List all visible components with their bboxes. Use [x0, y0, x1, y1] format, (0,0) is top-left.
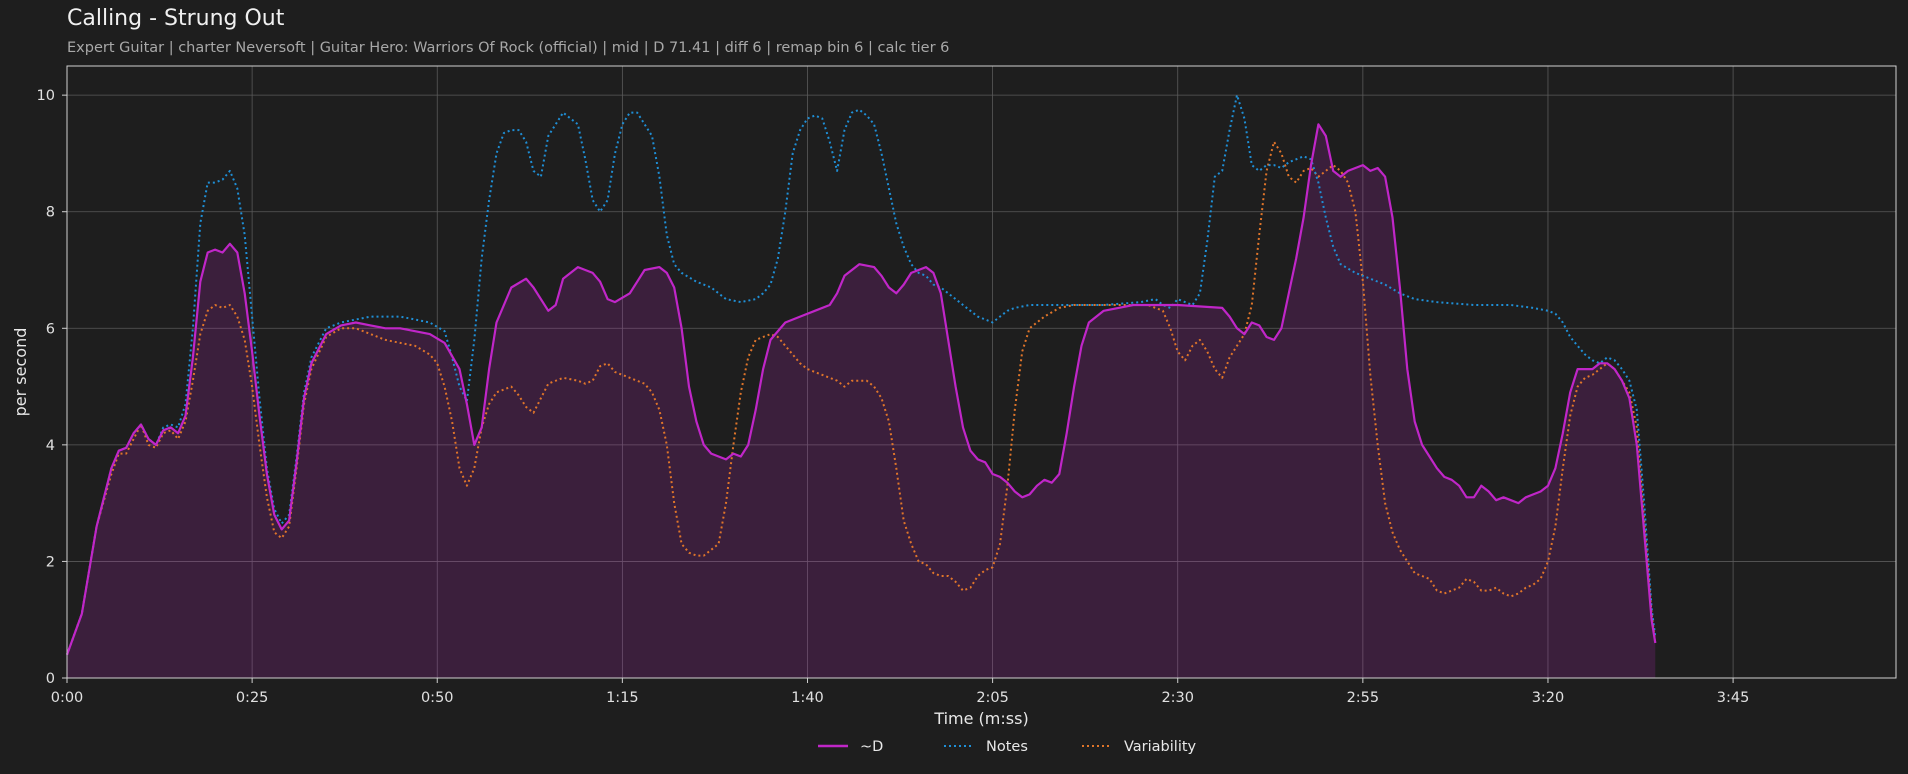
y-tick-label: 4	[46, 438, 55, 454]
legend: ~D Notes Variability	[818, 739, 1197, 755]
y-tick-label: 0	[46, 671, 55, 687]
x-tick-label: 1:40	[791, 690, 824, 706]
legend-label: Variability	[1124, 739, 1197, 755]
x-tick-label: 2:55	[1347, 690, 1380, 706]
x-tick-label: 3:45	[1717, 690, 1750, 706]
x-tick-label: 0:50	[421, 690, 454, 706]
x-tick-label: 3:20	[1532, 690, 1565, 706]
x-tick-label: 1:15	[606, 690, 639, 706]
x-tick-label: 0:25	[236, 690, 269, 706]
x-tick-label: 2:05	[976, 690, 1009, 706]
x-axis-label: Time (m:ss)	[933, 709, 1028, 728]
x-tick-label: 2:30	[1161, 690, 1194, 706]
y-tick-label: 2	[46, 554, 55, 570]
y-axis-label: per second	[11, 328, 30, 417]
legend-label: ~D	[860, 739, 883, 755]
x-tick-label: 0:00	[51, 690, 84, 706]
y-tick-label: 8	[46, 205, 55, 221]
line-chart: 0:00 0:25 0:50 1:15 1:40 2:05 2:30 2:55 3:20 3:45…	[11, 65, 1897, 755]
series-area--d	[67, 124, 1656, 679]
y-tick-label: 6	[46, 321, 55, 337]
area-fill-layer	[67, 124, 1656, 679]
legend-label: Notes	[986, 739, 1028, 755]
y-tick-label: 10	[37, 88, 55, 104]
